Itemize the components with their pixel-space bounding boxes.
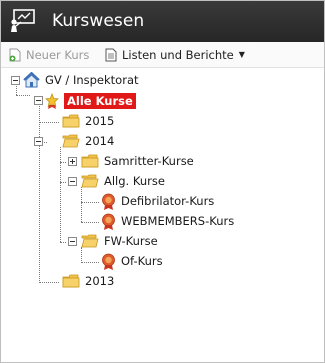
- tree-label-root: GV / Inspektorat: [45, 73, 139, 87]
- panel-title: Kurswesen: [52, 11, 145, 31]
- badge-icon: [102, 193, 115, 210]
- tree-label-2014: 2014: [85, 134, 115, 148]
- tree-label-all-courses: Alle Kurse: [64, 93, 136, 109]
- home-icon: [23, 72, 40, 88]
- tree-node-root[interactable]: GV / Inspektorat: [23, 71, 139, 89]
- tree-label-of: Of-Kurs: [121, 254, 163, 268]
- tree-label-defibrilator: Defibrilator-Kurs: [121, 194, 215, 208]
- presentation-icon: [11, 9, 35, 32]
- tree-label-2013: 2013: [85, 274, 115, 288]
- tree-label-allg: Allg. Kurse: [104, 174, 165, 188]
- tree-label-samritter: Samritter-Kurse: [104, 154, 194, 168]
- new-course-label: Neuer Kurs: [26, 47, 90, 62]
- course-panel: Kurswesen Neuer Kurs Listen und Berichte…: [0, 0, 325, 363]
- folder-icon: [81, 154, 99, 168]
- collapse-allg-toggle[interactable]: [68, 177, 77, 186]
- tree-node-webmembers[interactable]: WEBMEMBERS-Kurs: [101, 212, 234, 230]
- lists-reports-label: Listen und Berichte: [122, 47, 234, 62]
- tree-node-2015[interactable]: 2015: [62, 112, 114, 130]
- tree-label-2015: 2015: [85, 114, 115, 128]
- collapse-root-toggle[interactable]: [11, 76, 20, 85]
- star-award-icon: [45, 93, 59, 109]
- badge-icon: [102, 213, 115, 230]
- folder-icon: [62, 274, 80, 288]
- chevron-down-icon: ▼: [238, 50, 245, 59]
- expand-samritter-toggle[interactable]: [68, 157, 77, 166]
- open-folder-icon: [81, 174, 99, 188]
- tree-node-2014[interactable]: 2014: [62, 132, 114, 150]
- tree-node-of[interactable]: Of-Kurs: [101, 252, 163, 270]
- open-folder-icon: [81, 234, 99, 248]
- tree-node-2013[interactable]: 2013: [62, 272, 114, 290]
- tree-node-all-courses[interactable]: Alle Kurse: [45, 92, 136, 110]
- collapse-fw-toggle[interactable]: [68, 237, 77, 246]
- document-icon: [105, 48, 117, 61]
- badge-icon: [102, 253, 115, 270]
- panel-header: Kurswesen: [1, 1, 324, 42]
- tree-node-samritter[interactable]: Samritter-Kurse: [81, 152, 194, 170]
- tree-node-fw[interactable]: FW-Kurse: [81, 232, 158, 250]
- tree-node-allg[interactable]: Allg. Kurse: [81, 172, 165, 190]
- tree-label-webmembers: WEBMEMBERS-Kurs: [121, 214, 235, 228]
- collapse-2014-toggle[interactable]: [34, 137, 43, 146]
- toolbar: Neuer Kurs Listen und Berichte ▼: [1, 42, 324, 68]
- tree-label-fw: FW-Kurse: [104, 234, 158, 248]
- folder-icon: [62, 114, 80, 128]
- new-course-button[interactable]: Neuer Kurs: [9, 46, 89, 63]
- open-folder-icon: [62, 134, 80, 148]
- new-document-icon: [9, 48, 21, 61]
- tree-node-defibrilator[interactable]: Defibrilator-Kurs: [101, 192, 214, 210]
- collapse-all-courses-toggle[interactable]: [34, 96, 43, 105]
- course-tree: GV / Inspektorat Alle Kurse 2015 2014 Sa…: [1, 67, 324, 362]
- lists-reports-button[interactable]: Listen und Berichte ▼: [105, 46, 245, 63]
